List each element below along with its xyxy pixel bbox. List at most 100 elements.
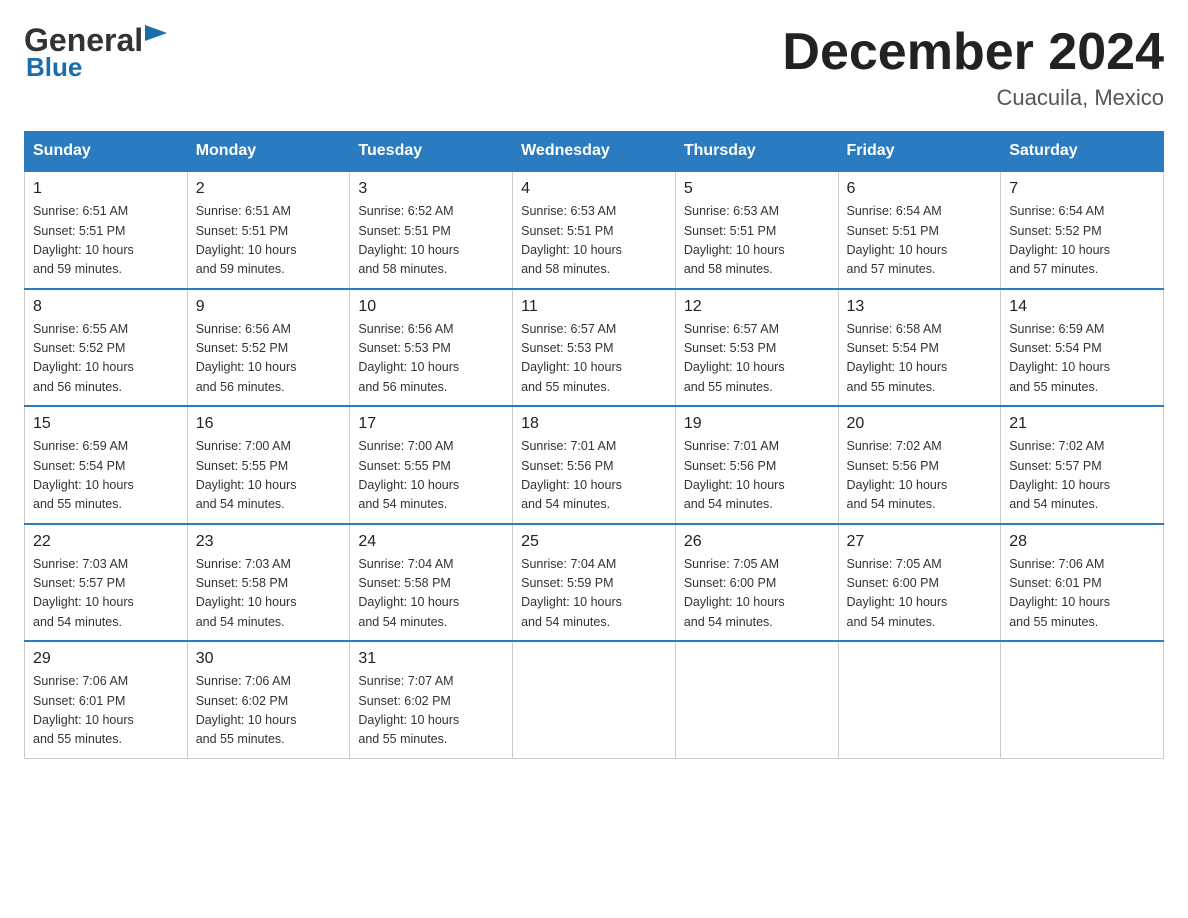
day-info: Sunrise: 6:51 AMSunset: 5:51 PMDaylight:… <box>33 202 179 280</box>
day-info: Sunrise: 6:57 AMSunset: 5:53 PMDaylight:… <box>684 320 830 398</box>
day-number: 26 <box>684 533 830 551</box>
calendar-table: SundayMondayTuesdayWednesdayThursdayFrid… <box>24 131 1164 759</box>
day-number: 30 <box>196 650 342 668</box>
calendar-cell: 1 Sunrise: 6:51 AMSunset: 5:51 PMDayligh… <box>25 171 188 289</box>
calendar-cell: 13 Sunrise: 6:58 AMSunset: 5:54 PMDaylig… <box>838 289 1001 407</box>
calendar-cell <box>838 641 1001 758</box>
day-number: 14 <box>1009 298 1155 316</box>
header-sunday: Sunday <box>25 132 188 172</box>
day-info: Sunrise: 7:01 AMSunset: 5:56 PMDaylight:… <box>684 437 830 515</box>
calendar-cell: 16 Sunrise: 7:00 AMSunset: 5:55 PMDaylig… <box>187 406 350 524</box>
day-number: 10 <box>358 298 504 316</box>
calendar-cell: 25 Sunrise: 7:04 AMSunset: 5:59 PMDaylig… <box>513 524 676 642</box>
day-number: 5 <box>684 180 830 198</box>
day-number: 25 <box>521 533 667 551</box>
calendar-cell: 23 Sunrise: 7:03 AMSunset: 5:58 PMDaylig… <box>187 524 350 642</box>
calendar-cell: 14 Sunrise: 6:59 AMSunset: 5:54 PMDaylig… <box>1001 289 1164 407</box>
calendar-cell <box>675 641 838 758</box>
day-info: Sunrise: 7:01 AMSunset: 5:56 PMDaylight:… <box>521 437 667 515</box>
day-info: Sunrise: 7:02 AMSunset: 5:56 PMDaylight:… <box>847 437 993 515</box>
day-number: 17 <box>358 415 504 433</box>
calendar-cell: 4 Sunrise: 6:53 AMSunset: 5:51 PMDayligh… <box>513 171 676 289</box>
day-info: Sunrise: 6:59 AMSunset: 5:54 PMDaylight:… <box>33 437 179 515</box>
day-info: Sunrise: 7:03 AMSunset: 5:58 PMDaylight:… <box>196 555 342 633</box>
day-number: 9 <box>196 298 342 316</box>
day-info: Sunrise: 6:51 AMSunset: 5:51 PMDaylight:… <box>196 202 342 280</box>
day-info: Sunrise: 6:56 AMSunset: 5:53 PMDaylight:… <box>358 320 504 398</box>
calendar-week-row: 8 Sunrise: 6:55 AMSunset: 5:52 PMDayligh… <box>25 289 1164 407</box>
day-number: 23 <box>196 533 342 551</box>
calendar-cell: 19 Sunrise: 7:01 AMSunset: 5:56 PMDaylig… <box>675 406 838 524</box>
calendar-cell: 24 Sunrise: 7:04 AMSunset: 5:58 PMDaylig… <box>350 524 513 642</box>
day-info: Sunrise: 7:00 AMSunset: 5:55 PMDaylight:… <box>358 437 504 515</box>
day-number: 27 <box>847 533 993 551</box>
day-info: Sunrise: 6:53 AMSunset: 5:51 PMDaylight:… <box>521 202 667 280</box>
day-number: 20 <box>847 415 993 433</box>
calendar-cell: 6 Sunrise: 6:54 AMSunset: 5:51 PMDayligh… <box>838 171 1001 289</box>
day-info: Sunrise: 7:06 AMSunset: 6:01 PMDaylight:… <box>33 672 179 750</box>
calendar-week-row: 15 Sunrise: 6:59 AMSunset: 5:54 PMDaylig… <box>25 406 1164 524</box>
logo-flag-icon <box>145 25 167 47</box>
header-monday: Monday <box>187 132 350 172</box>
day-info: Sunrise: 7:04 AMSunset: 5:59 PMDaylight:… <box>521 555 667 633</box>
calendar-cell: 21 Sunrise: 7:02 AMSunset: 5:57 PMDaylig… <box>1001 406 1164 524</box>
day-number: 16 <box>196 415 342 433</box>
day-number: 15 <box>33 415 179 433</box>
day-number: 18 <box>521 415 667 433</box>
calendar-cell: 8 Sunrise: 6:55 AMSunset: 5:52 PMDayligh… <box>25 289 188 407</box>
header-thursday: Thursday <box>675 132 838 172</box>
location: Cuacuila, Mexico <box>782 85 1164 111</box>
day-info: Sunrise: 6:57 AMSunset: 5:53 PMDaylight:… <box>521 320 667 398</box>
calendar-week-row: 1 Sunrise: 6:51 AMSunset: 5:51 PMDayligh… <box>25 171 1164 289</box>
month-title: December 2024 <box>782 24 1164 81</box>
calendar-cell: 10 Sunrise: 6:56 AMSunset: 5:53 PMDaylig… <box>350 289 513 407</box>
calendar-header-row: SundayMondayTuesdayWednesdayThursdayFrid… <box>25 132 1164 172</box>
day-info: Sunrise: 6:59 AMSunset: 5:54 PMDaylight:… <box>1009 320 1155 398</box>
calendar-cell: 11 Sunrise: 6:57 AMSunset: 5:53 PMDaylig… <box>513 289 676 407</box>
day-number: 19 <box>684 415 830 433</box>
calendar-cell: 18 Sunrise: 7:01 AMSunset: 5:56 PMDaylig… <box>513 406 676 524</box>
day-info: Sunrise: 7:05 AMSunset: 6:00 PMDaylight:… <box>684 555 830 633</box>
day-number: 1 <box>33 180 179 198</box>
day-number: 4 <box>521 180 667 198</box>
logo: General Blue <box>24 24 167 83</box>
calendar-cell <box>1001 641 1164 758</box>
day-info: Sunrise: 7:04 AMSunset: 5:58 PMDaylight:… <box>358 555 504 633</box>
page-header: General Blue December 2024 Cuacuila, Mex… <box>24 24 1164 111</box>
day-info: Sunrise: 6:54 AMSunset: 5:52 PMDaylight:… <box>1009 202 1155 280</box>
day-number: 12 <box>684 298 830 316</box>
header-tuesday: Tuesday <box>350 132 513 172</box>
day-number: 6 <box>847 180 993 198</box>
day-number: 28 <box>1009 533 1155 551</box>
calendar-cell: 17 Sunrise: 7:00 AMSunset: 5:55 PMDaylig… <box>350 406 513 524</box>
calendar-cell: 28 Sunrise: 7:06 AMSunset: 6:01 PMDaylig… <box>1001 524 1164 642</box>
day-number: 13 <box>847 298 993 316</box>
day-info: Sunrise: 6:56 AMSunset: 5:52 PMDaylight:… <box>196 320 342 398</box>
day-info: Sunrise: 7:06 AMSunset: 6:01 PMDaylight:… <box>1009 555 1155 633</box>
day-info: Sunrise: 6:55 AMSunset: 5:52 PMDaylight:… <box>33 320 179 398</box>
calendar-cell: 31 Sunrise: 7:07 AMSunset: 6:02 PMDaylig… <box>350 641 513 758</box>
calendar-cell: 7 Sunrise: 6:54 AMSunset: 5:52 PMDayligh… <box>1001 171 1164 289</box>
day-number: 8 <box>33 298 179 316</box>
calendar-cell <box>513 641 676 758</box>
day-number: 3 <box>358 180 504 198</box>
day-number: 2 <box>196 180 342 198</box>
calendar-cell: 9 Sunrise: 6:56 AMSunset: 5:52 PMDayligh… <box>187 289 350 407</box>
calendar-cell: 30 Sunrise: 7:06 AMSunset: 6:02 PMDaylig… <box>187 641 350 758</box>
calendar-cell: 27 Sunrise: 7:05 AMSunset: 6:00 PMDaylig… <box>838 524 1001 642</box>
day-number: 29 <box>33 650 179 668</box>
day-number: 11 <box>521 298 667 316</box>
calendar-cell: 26 Sunrise: 7:05 AMSunset: 6:00 PMDaylig… <box>675 524 838 642</box>
calendar-cell: 22 Sunrise: 7:03 AMSunset: 5:57 PMDaylig… <box>25 524 188 642</box>
calendar-week-row: 22 Sunrise: 7:03 AMSunset: 5:57 PMDaylig… <box>25 524 1164 642</box>
day-info: Sunrise: 6:52 AMSunset: 5:51 PMDaylight:… <box>358 202 504 280</box>
day-info: Sunrise: 7:06 AMSunset: 6:02 PMDaylight:… <box>196 672 342 750</box>
day-number: 22 <box>33 533 179 551</box>
header-saturday: Saturday <box>1001 132 1164 172</box>
day-info: Sunrise: 7:07 AMSunset: 6:02 PMDaylight:… <box>358 672 504 750</box>
day-number: 7 <box>1009 180 1155 198</box>
day-info: Sunrise: 7:00 AMSunset: 5:55 PMDaylight:… <box>196 437 342 515</box>
calendar-cell: 29 Sunrise: 7:06 AMSunset: 6:01 PMDaylig… <box>25 641 188 758</box>
day-info: Sunrise: 6:53 AMSunset: 5:51 PMDaylight:… <box>684 202 830 280</box>
day-info: Sunrise: 7:02 AMSunset: 5:57 PMDaylight:… <box>1009 437 1155 515</box>
